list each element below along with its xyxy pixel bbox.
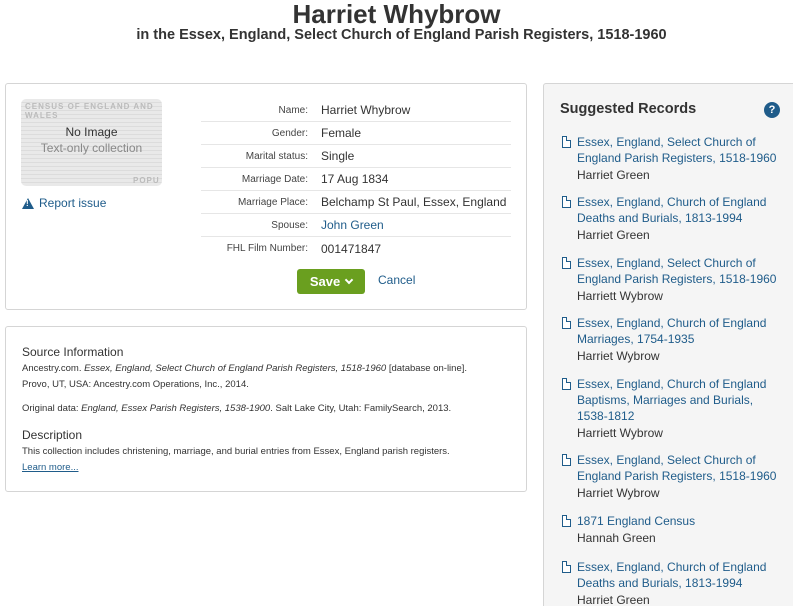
field-label: Gender: — [271, 127, 308, 139]
document-icon — [562, 515, 571, 527]
original-suffix: . Salt Lake City, Utah: FamilySearch, 20… — [270, 403, 452, 414]
suggested-record-title[interactable]: Essex, England, Church of England Deaths… — [577, 559, 777, 591]
field-value: 17 Aug 1834 — [321, 172, 389, 186]
record-card: CENSUS OF ENGLAND AND WALES POPU No Imag… — [5, 83, 527, 310]
document-icon — [562, 454, 571, 466]
document-icon — [562, 136, 571, 148]
suggested-record[interactable]: Essex, England, Church of England Deaths… — [562, 559, 777, 606]
thumbnail-watermark-2: POPU — [133, 176, 160, 185]
report-issue-label: Report issue — [39, 196, 107, 210]
document-icon — [562, 257, 571, 269]
suggested-record-title[interactable]: Essex, England, Select Church of England… — [577, 452, 777, 484]
field-row-marriage-place: Marriage Place: Belchamp St Paul, Essex,… — [201, 191, 511, 214]
field-label: FHL Film Number: — [226, 243, 308, 254]
suggested-record[interactable]: 1871 England Census Hannah Green — [562, 513, 777, 547]
spouse-link[interactable]: John Green — [316, 218, 384, 232]
document-icon — [562, 317, 571, 329]
chevron-down-icon — [344, 275, 354, 285]
field-label: Spouse: — [271, 219, 308, 231]
suggested-record-name: Harriet Green — [577, 228, 650, 242]
suggested-record-name: Harriet Green — [577, 593, 650, 606]
suggested-record-name: Harriett Wybrow — [577, 289, 663, 303]
field-row-gender: Gender: Female — [201, 122, 511, 145]
suggested-record[interactable]: Essex, England, Church of England Deaths… — [562, 194, 777, 244]
citation-title: Essex, England, Select Church of England… — [84, 363, 387, 374]
page-subtitle: in the Essex, England, Select Church of … — [136, 27, 667, 43]
source-heading: Source Information — [22, 345, 124, 359]
record-thumbnail: CENSUS OF ENGLAND AND WALES POPU No Imag… — [21, 99, 162, 186]
report-issue-link[interactable]: Report issue — [22, 196, 106, 210]
save-button[interactable]: Save — [297, 269, 365, 294]
suggested-record-title[interactable]: Essex, England, Church of England Marria… — [577, 315, 777, 347]
description-heading: Description — [22, 428, 83, 442]
suggested-record-title[interactable]: Essex, England, Select Church of England… — [577, 255, 777, 287]
source-citation: Ancestry.com. Essex, England, Select Chu… — [22, 361, 512, 393]
field-row-marriage-date: Marriage Date: 17 Aug 1834 — [201, 168, 511, 191]
citation-line2: Provo, UT, USA: Ancestry.com Operations,… — [22, 379, 249, 390]
field-label: Marital status: — [245, 150, 308, 162]
field-value: Female — [321, 126, 362, 140]
field-row-name: Name: Harriet Whybrow — [201, 99, 511, 122]
field-row-marital-status: Marital status: Single — [201, 145, 511, 168]
suggested-record[interactable]: Essex, England, Select Church of England… — [562, 134, 777, 184]
description-text: This collection includes christening, ma… — [22, 444, 512, 476]
field-label: Marriage Date: — [241, 173, 308, 185]
document-icon — [562, 561, 571, 573]
thumbnail-watermark: CENSUS OF ENGLAND AND WALES — [25, 102, 154, 120]
learn-more-link[interactable]: Learn more... — [22, 462, 79, 473]
citation-suffix: [database on-line]. — [386, 363, 468, 374]
suggested-record[interactable]: Essex, England, Select Church of England… — [562, 452, 777, 502]
suggested-record-name: Harriet Wybrow — [577, 486, 660, 500]
suggested-records-title: Suggested Records — [560, 101, 697, 117]
original-prefix: Original data: — [22, 403, 82, 414]
original-title: England, Essex Parish Registers, 1538-19… — [81, 403, 271, 414]
field-label: Name: — [278, 104, 308, 116]
field-row-fhl-film-number: FHL Film Number: 001471847 — [201, 237, 511, 260]
citation-prefix: Ancestry.com. — [22, 363, 85, 374]
field-value: Harriet Whybrow — [321, 103, 411, 117]
description-body: This collection includes christening, ma… — [22, 446, 450, 457]
help-icon[interactable]: ? — [764, 102, 780, 118]
suggested-record-title[interactable]: Essex, England, Select Church of England… — [577, 134, 777, 166]
warning-icon — [22, 197, 34, 209]
suggested-record[interactable]: Essex, England, Church of England Marria… — [562, 315, 777, 365]
suggested-record-title[interactable]: 1871 England Census — [577, 513, 777, 529]
suggested-record-title[interactable]: Essex, England, Church of England Deaths… — [577, 194, 777, 226]
field-value: Single — [321, 149, 355, 163]
cancel-link[interactable]: Cancel — [378, 273, 415, 287]
no-image-label: No Image — [65, 125, 118, 139]
field-value: 001471847 — [321, 241, 382, 256]
original-data: Original data: England, Essex Parish Reg… — [22, 401, 512, 417]
field-label: Marriage Place: — [237, 196, 308, 208]
suggested-record-name: Harriett Wybrow — [577, 426, 663, 440]
text-only-label: Text-only collection — [40, 141, 143, 155]
suggested-records-panel: Suggested Records ? Essex, England, Sele… — [543, 83, 793, 606]
save-label: Save — [309, 274, 341, 289]
suggested-record-title[interactable]: Essex, England, Church of England Baptis… — [577, 376, 777, 424]
suggested-record[interactable]: Essex, England, Church of England Baptis… — [562, 376, 777, 442]
page-title: Harriet Whybrow — [292, 0, 501, 29]
field-value: Belchamp St Paul, Essex, England — [321, 195, 507, 209]
suggested-record[interactable]: Essex, England, Select Church of England… — [562, 255, 777, 305]
source-card: Source Information Ancestry.com. Essex, … — [5, 326, 527, 492]
field-row-spouse: Spouse: John Green — [201, 214, 511, 237]
suggested-record-name: Harriet Wybrow — [577, 349, 660, 363]
record-fields: Name: Harriet Whybrow Gender: Female Mar… — [201, 99, 511, 260]
document-icon — [562, 196, 571, 208]
suggested-record-name: Hannah Green — [577, 531, 656, 545]
suggested-record-name: Harriet Green — [577, 168, 650, 182]
document-icon — [562, 378, 571, 390]
